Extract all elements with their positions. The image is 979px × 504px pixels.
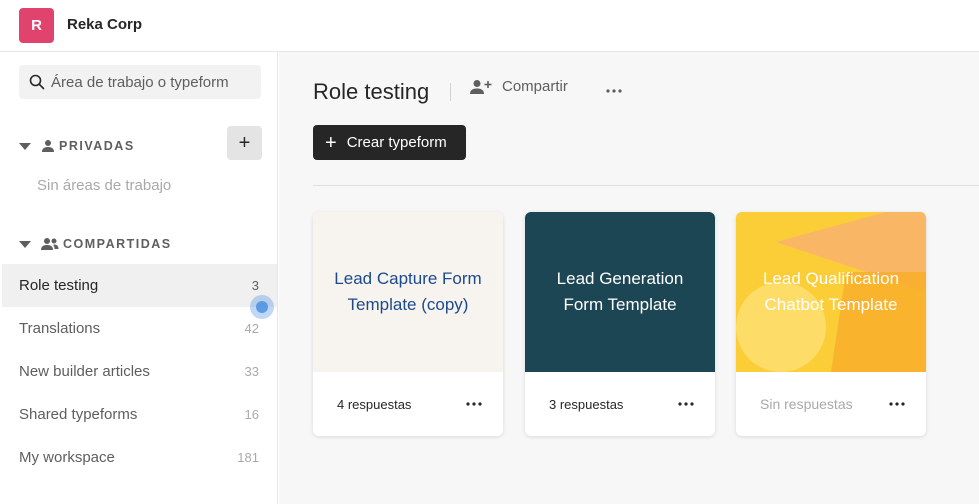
workspace-count: 33 [244,364,259,379]
shared-section-label: COMPARTIDAS [63,237,172,251]
users-icon [41,238,59,250]
workspace-name: Shared typeforms [19,406,138,423]
form-thumbnail[interactable]: Lead Qualification Chatbot Template [736,212,926,372]
form-responses: 4 respuestas [337,396,412,412]
form-responses: 3 respuestas [549,396,624,412]
create-typeform-label: Crear typeform [346,134,447,151]
workspace-count: 3 [251,278,259,293]
share-label: Compartir [502,78,568,95]
add-user-icon [470,79,492,94]
title-separator [450,83,451,101]
form-card-lead-qualification[interactable]: Lead Qualification Chatbot Template Sin … [736,212,926,436]
org-name[interactable]: Reka Corp [67,16,142,33]
caret-down-icon [19,240,31,248]
form-responses: Sin respuestas [760,396,853,412]
caret-down-icon [19,142,31,150]
workspace-item-shared-typeforms[interactable]: Shared typeforms 16 [2,393,277,436]
pointer-indicator [250,295,274,319]
add-workspace-button[interactable]: + [227,126,262,160]
content-divider [313,185,979,186]
page-title: Role testing [313,79,430,104]
private-section-header[interactable]: PRIVADAS [19,136,135,156]
workspace-count: 181 [237,450,259,465]
sidebar: PRIVADAS + Sin áreas de trabajo COMPARTI… [0,52,278,504]
form-more-button[interactable] [463,397,485,411]
workspace-item-role-testing[interactable]: Role testing 3 [2,264,277,307]
more-horizontal-icon [606,89,622,93]
form-card-footer: 4 respuestas [313,372,503,436]
org-avatar[interactable]: R [19,8,54,43]
form-thumbnail[interactable]: Lead Generation Form Template [525,212,715,372]
more-horizontal-icon [466,402,482,406]
search-icon [29,74,45,90]
search-box[interactable] [19,65,261,99]
plus-icon: + [325,131,337,154]
workspace-more-button[interactable] [602,84,626,98]
workspace-name: My workspace [19,449,115,466]
form-card-lead-generation[interactable]: Lead Generation Form Template 3 respuest… [525,212,715,436]
no-workspaces-text: Sin áreas de trabajo [37,177,172,194]
workspace-name: Translations [19,320,101,337]
shared-section-header[interactable]: COMPARTIDAS [19,234,172,254]
form-card-footer: Sin respuestas [736,372,926,436]
workspace-item-my-workspace[interactable]: My workspace 181 [2,436,277,479]
workspace-name: New builder articles [19,363,150,380]
workspace-item-new-builder-articles[interactable]: New builder articles 33 [2,350,277,393]
share-button[interactable]: Compartir [470,78,568,95]
form-thumbnail[interactable]: Lead Capture Form Template (copy) [313,212,503,372]
main-content: Role testing Compartir + Crear typeform … [279,52,979,504]
form-more-button[interactable] [886,397,908,411]
form-title: Lead Qualification Chatbot Template [762,269,900,314]
user-icon [42,140,54,152]
top-bar: R Reka Corp [0,0,979,52]
form-more-button[interactable] [675,397,697,411]
form-card-footer: 3 respuestas [525,372,715,436]
private-section-label: PRIVADAS [59,139,135,153]
form-card-lead-capture[interactable]: Lead Capture Form Template (copy) 4 resp… [313,212,503,436]
workspace-name: Role testing [19,277,99,294]
workspace-count: 16 [244,407,259,422]
more-horizontal-icon [889,402,905,406]
workspace-count: 42 [244,321,259,336]
create-typeform-button[interactable]: + Crear typeform [313,125,466,160]
form-title: Lead Capture Form Template (copy) [334,269,482,314]
workspace-item-translations[interactable]: Translations 42 [2,307,277,350]
more-horizontal-icon [678,402,694,406]
form-title: Lead Generation Form Template [556,269,684,314]
search-input[interactable] [51,73,251,91]
